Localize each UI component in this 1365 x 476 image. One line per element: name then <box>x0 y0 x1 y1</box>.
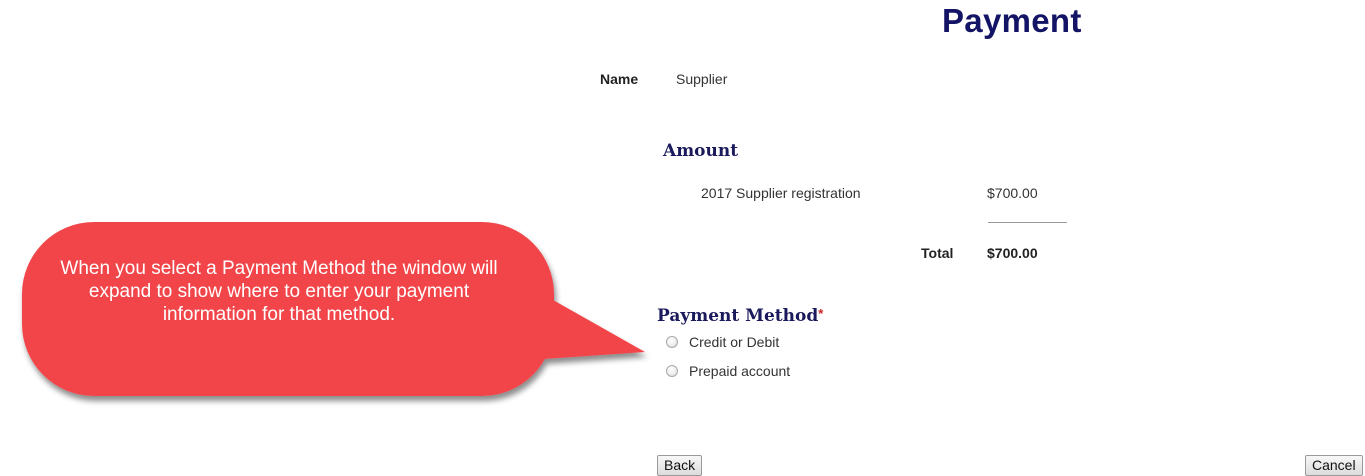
callout-text: When you select a Payment Method the win… <box>60 258 498 325</box>
amount-divider <box>988 222 1067 223</box>
payment-option-credit-debit[interactable]: Credit or Debit <box>666 334 779 350</box>
name-label: Name <box>600 71 639 87</box>
callout-bubble-shape <box>22 222 645 396</box>
radio-label: Credit or Debit <box>689 334 780 350</box>
line-item-amount: $700.00 <box>987 185 1038 201</box>
payment-page: Payment Name Supplier Amount 2017 Suppli… <box>0 0 1365 476</box>
payment-option-prepaid-account[interactable]: Prepaid account <box>666 363 790 379</box>
name-value: Supplier <box>676 71 728 87</box>
back-button[interactable]: Back <box>657 455 703 476</box>
page-title: Payment <box>942 2 1082 39</box>
amount-heading: Amount <box>663 141 739 161</box>
tutorial-callout: When you select a Payment Method the win… <box>0 0 700 420</box>
cancel-button[interactable]: Cancel <box>1305 455 1363 476</box>
payment-method-heading-text: Payment Method <box>657 306 819 326</box>
line-item-description: 2017 Supplier registration <box>701 185 861 201</box>
payment-method-heading: Payment Method* <box>657 306 823 326</box>
radio-button[interactable] <box>666 336 678 348</box>
radio-label: Prepaid account <box>689 363 791 379</box>
total-value: $700.00 <box>987 245 1038 261</box>
total-label: Total <box>921 245 954 261</box>
radio-button[interactable] <box>666 365 678 377</box>
required-marker: * <box>818 306 824 321</box>
